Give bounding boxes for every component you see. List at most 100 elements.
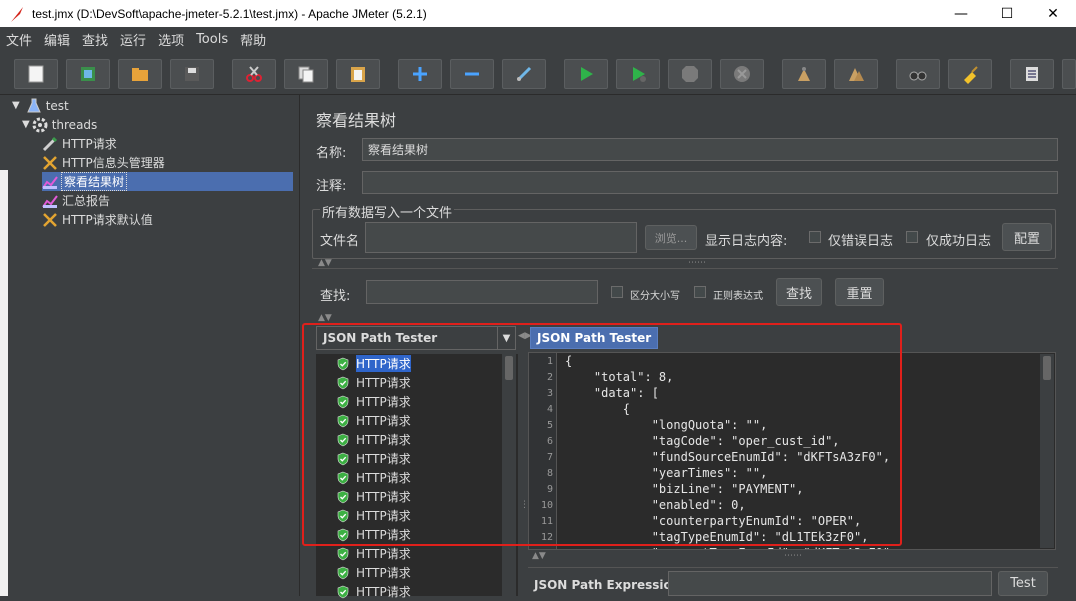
result-item[interactable]: HTTP请求 — [316, 430, 502, 449]
browse-button[interactable]: 浏览... — [645, 225, 697, 250]
save-icon[interactable] — [170, 59, 214, 89]
stop-icon[interactable] — [668, 59, 712, 89]
tools-icon — [43, 155, 57, 170]
comment-input[interactable] — [362, 171, 1058, 194]
code-line: "tagCode": "oper_cust_id", — [565, 434, 840, 448]
result-item[interactable]: HTTP请求 — [316, 468, 502, 487]
result-item[interactable]: HTTP请求 — [316, 411, 502, 430]
result-item[interactable]: HTTP请求 — [316, 582, 502, 601]
pipette-icon — [42, 136, 58, 151]
menu-help[interactable]: 帮助 — [240, 30, 266, 49]
clear-icon[interactable] — [782, 59, 826, 89]
tree-item-http-defaults[interactable]: HTTP请求默认值 — [42, 210, 153, 229]
splitter-line[interactable] — [312, 268, 1058, 269]
case-sensitive-checkbox[interactable] — [611, 286, 623, 298]
line-number: 1 — [546, 356, 553, 367]
splitter-grip-icon[interactable]: ⋮ — [298, 350, 307, 360]
maximize-button[interactable]: ☐ — [984, 0, 1030, 27]
result-item-label: HTTP请求 — [356, 433, 411, 447]
comment-label: 注释: — [316, 179, 347, 194]
result-item[interactable]: HTTP请求 — [316, 506, 502, 525]
chevron-down-icon[interactable]: ▼ — [497, 327, 515, 349]
collapse-icon[interactable] — [450, 59, 494, 89]
editor-scrollbar[interactable] — [1040, 354, 1054, 548]
results-scroll-thumb[interactable] — [505, 356, 513, 380]
menu-run[interactable]: 运行 — [120, 30, 146, 49]
test-button[interactable]: Test — [998, 571, 1048, 596]
result-item[interactable]: HTTP请求 — [316, 525, 502, 544]
name-input[interactable]: 察看结果树 — [362, 138, 1058, 161]
configure-button[interactable]: 配置 — [1002, 223, 1052, 251]
search-input[interactable] — [366, 280, 598, 304]
response-json-editor[interactable]: 1 {2 "total": 8, 3 "data": [4 {5 "longQuot… — [528, 352, 1056, 550]
split-arrows-icon[interactable]: ▲▼ — [532, 551, 546, 561]
tree-item-header-manager[interactable]: HTTP信息头管理器 — [42, 153, 165, 172]
filename-input[interactable] — [365, 222, 637, 253]
expand-arrow-icon[interactable]: ▼ — [12, 100, 20, 111]
open-icon[interactable] — [118, 59, 162, 89]
result-item[interactable]: HTTP请求 — [316, 373, 502, 392]
results-scrollbar[interactable] — [502, 354, 516, 596]
reset-search-icon[interactable] — [948, 59, 992, 89]
regex-checkbox[interactable] — [694, 286, 706, 298]
tree-node-threads[interactable]: ▼ threads — [22, 115, 97, 134]
reset-button[interactable]: 重置 — [835, 278, 884, 306]
result-item-label: HTTP请求 — [356, 395, 411, 409]
menu-options[interactable]: 选项 — [158, 30, 184, 49]
file-section-title: 所有数据写入一个文件 — [320, 202, 455, 221]
clear-all-icon[interactable] — [834, 59, 878, 89]
result-item[interactable]: HTTP请求 — [316, 354, 502, 373]
code-line: { — [565, 402, 631, 416]
editor-scroll-thumb[interactable] — [1043, 356, 1051, 380]
toolbar-overflow[interactable] — [1062, 59, 1076, 89]
start-icon[interactable] — [564, 59, 608, 89]
success-shield-icon — [337, 547, 349, 560]
new-icon[interactable] — [14, 59, 58, 89]
panel-title: 察看结果树 — [316, 111, 397, 130]
result-item[interactable]: HTTP请求 — [316, 449, 502, 468]
menu-edit[interactable]: 编辑 — [44, 30, 70, 49]
close-button[interactable]: ✕ — [1030, 0, 1076, 27]
menu-search[interactable]: 查找 — [82, 30, 108, 49]
start-no-pause-icon[interactable] — [616, 59, 660, 89]
tree-item-view-results-tree[interactable]: 察看结果树 — [42, 172, 293, 191]
result-item[interactable]: HTTP请求 — [316, 563, 502, 582]
minimize-button[interactable]: — — [938, 0, 984, 27]
cut-icon[interactable] — [232, 59, 276, 89]
menu-tools[interactable]: Tools — [196, 32, 228, 47]
split-arrows-icon[interactable]: ▲▼ — [318, 313, 332, 323]
splitter-grip-icon[interactable]: ⋯⋯ — [784, 551, 802, 561]
templates-icon[interactable] — [66, 59, 110, 89]
success-only-label: 仅成功日志 — [926, 234, 992, 249]
split-arrows-icon[interactable]: ▲▼ — [318, 258, 332, 268]
function-helper-icon[interactable] — [1010, 59, 1054, 89]
shutdown-icon[interactable] — [720, 59, 764, 89]
result-item[interactable]: HTTP请求 — [316, 392, 502, 411]
renderer-select[interactable]: JSON Path Tester ▼ — [316, 326, 516, 350]
splitter-grip-icon[interactable]: ⋯⋯ — [688, 258, 706, 268]
success-shield-icon — [337, 452, 349, 465]
result-item-label: HTTP请求 — [356, 566, 411, 580]
result-item[interactable]: HTTP请求 — [316, 544, 502, 563]
search-icon[interactable] — [896, 59, 940, 89]
result-item[interactable]: HTTP请求 — [316, 487, 502, 506]
code-line: "tagTypeEnumId": "dL1TEk3zF0", — [565, 530, 869, 544]
regex-label: 正则表达式 — [713, 291, 763, 302]
search-button[interactable]: 查找 — [776, 278, 822, 306]
errors-only-checkbox[interactable] — [809, 231, 821, 243]
json-path-expression-input[interactable] — [668, 571, 992, 596]
tab-json-path-tester[interactable]: JSON Path Tester — [530, 327, 659, 349]
tree-item-http-request[interactable]: HTTP请求 — [42, 134, 117, 153]
success-only-checkbox[interactable] — [906, 231, 918, 243]
test-plan-tree: ▼ test ▼ threads HTTP请求 HTTP信息头管理器 察看结果树… — [0, 95, 300, 596]
tree-node-test[interactable]: ▼ test — [12, 96, 69, 115]
expand-icon[interactable] — [398, 59, 442, 89]
paste-icon[interactable] — [336, 59, 380, 89]
menu-file[interactable]: 文件 — [6, 30, 32, 49]
tree-item-summary-report[interactable]: 汇总报告 — [42, 191, 110, 210]
json-path-expression-label: JSON Path Expression — [534, 578, 681, 592]
line-number: 11 — [540, 516, 553, 527]
toggle-icon[interactable] — [502, 59, 546, 89]
expand-arrow-icon[interactable]: ▼ — [22, 119, 30, 130]
copy-icon[interactable] — [284, 59, 328, 89]
